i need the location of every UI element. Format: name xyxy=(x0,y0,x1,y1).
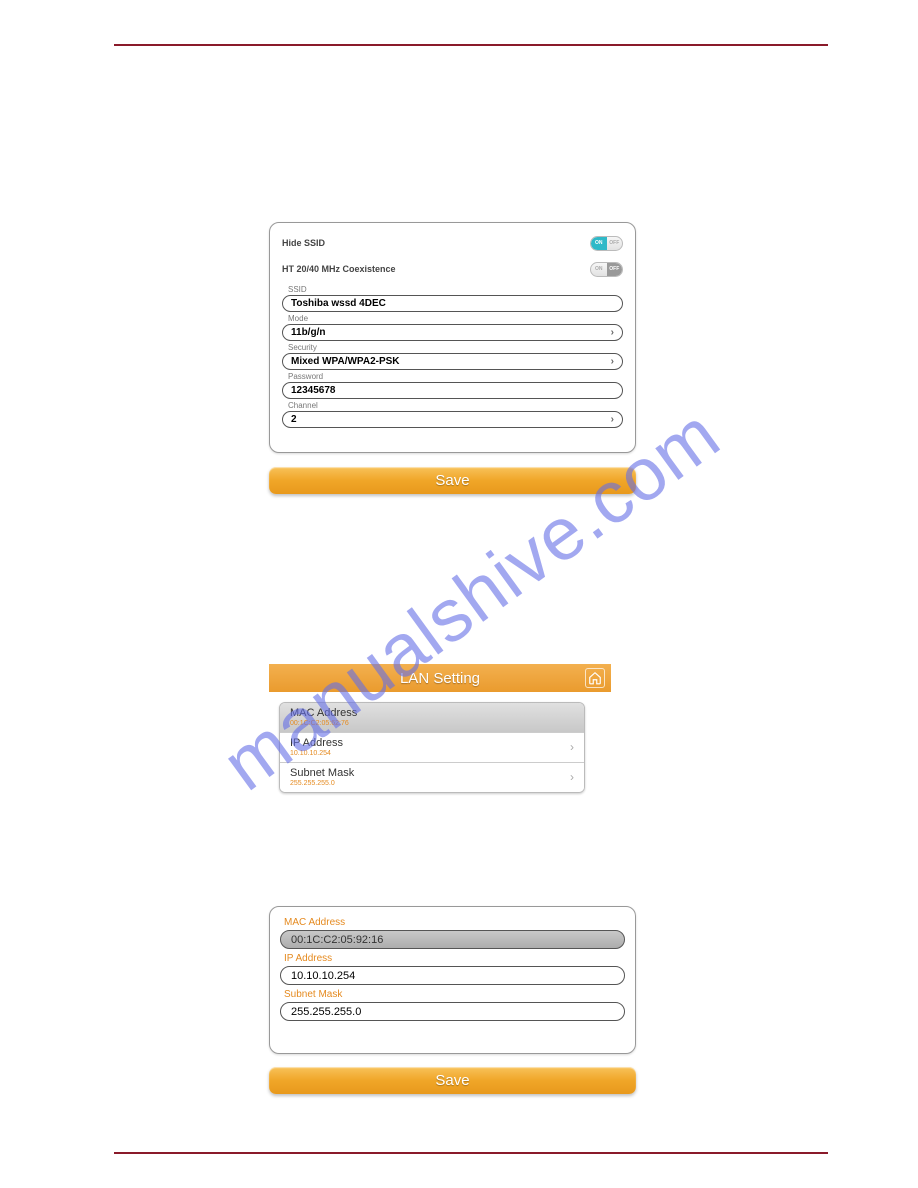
subnet-mask-row[interactable]: Subnet Mask 255.255.255.0 › xyxy=(280,762,584,792)
ip-address-edit-label: IP Address xyxy=(284,953,625,964)
document-page: manualshive.com Hide SSID ON OFF HT 20/4… xyxy=(114,44,828,1154)
mode-select[interactable]: 11b/g/n › xyxy=(282,324,623,341)
chevron-right-icon: › xyxy=(570,740,574,754)
channel-label: Channel xyxy=(288,401,623,410)
security-select[interactable]: Mixed WPA/WPA2-PSK › xyxy=(282,353,623,370)
chevron-right-icon: › xyxy=(611,356,614,367)
subnet-mask-value: 255.255.255.0 xyxy=(290,780,354,787)
chevron-right-icon: › xyxy=(611,414,614,425)
lan-setting-header: LAN Setting xyxy=(269,664,611,692)
security-label: Security xyxy=(288,343,623,352)
chevron-right-icon: › xyxy=(611,327,614,338)
channel-select[interactable]: 2 › xyxy=(282,411,623,428)
mac-address-row: MAC Address 00:1C:C2:05:62:76 xyxy=(280,703,584,732)
ip-address-input[interactable]: 10.10.10.254 xyxy=(280,966,625,985)
hide-ssid-label: Hide SSID xyxy=(282,238,325,248)
hide-ssid-row: Hide SSID ON OFF xyxy=(282,233,623,253)
mac-address-edit-label: MAC Address xyxy=(284,917,625,928)
coexistence-row: HT 20/40 MHz Coexistence ON OFF xyxy=(282,259,623,279)
save-button[interactable]: Save xyxy=(269,1067,636,1094)
ssid-input[interactable]: Toshiba wssd 4DEC xyxy=(282,295,623,312)
home-icon[interactable] xyxy=(585,668,605,688)
subnet-mask-label: Subnet Mask xyxy=(290,767,354,779)
subnet-mask-input[interactable]: 255.255.255.0 xyxy=(280,1002,625,1021)
subnet-mask-edit-label: Subnet Mask xyxy=(284,989,625,1000)
password-input[interactable]: 12345678 xyxy=(282,382,623,399)
password-label: Password xyxy=(288,372,623,381)
mac-address-label: MAC Address xyxy=(290,707,357,719)
mode-label: Mode xyxy=(288,314,623,323)
chevron-right-icon: › xyxy=(570,770,574,784)
ip-address-label: IP Address xyxy=(290,737,343,749)
mac-address-field: 00:1C:C2:05:92:16 xyxy=(280,930,625,949)
lan-edit-panel: MAC Address 00:1C:C2:05:92:16 IP Address… xyxy=(269,906,636,1054)
ip-address-value: 10.10.10.254 xyxy=(290,750,343,757)
save-button[interactable]: Save xyxy=(269,467,636,494)
mac-address-value: 00:1C:C2:05:62:76 xyxy=(290,720,357,727)
ip-address-row[interactable]: IP Address 10.10.10.254 › xyxy=(280,732,584,762)
wireless-settings-panel: Hide SSID ON OFF HT 20/40 MHz Coexistenc… xyxy=(269,222,636,453)
lan-setting-title: LAN Setting xyxy=(400,670,480,687)
hide-ssid-toggle[interactable]: ON OFF xyxy=(590,236,623,251)
coexistence-toggle[interactable]: ON OFF xyxy=(590,262,623,277)
lan-settings-list: MAC Address 00:1C:C2:05:62:76 IP Address… xyxy=(279,702,585,793)
coexistence-label: HT 20/40 MHz Coexistence xyxy=(282,264,396,274)
ssid-label: SSID xyxy=(288,285,623,294)
